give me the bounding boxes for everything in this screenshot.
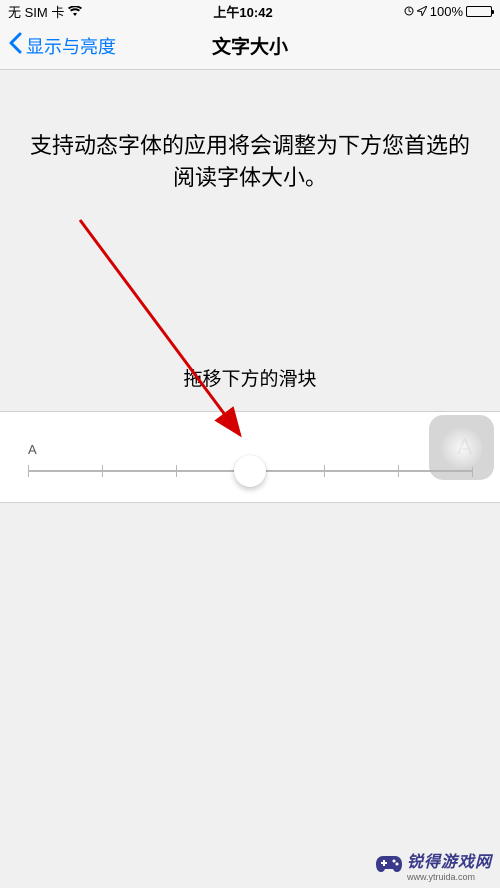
navigation-bar: 显示与亮度 文字大小 — [0, 22, 500, 70]
slider-tick — [102, 465, 103, 477]
watermark-name: 锐得游戏网 — [407, 848, 492, 872]
wifi-icon — [68, 4, 82, 19]
slider-tick — [28, 465, 29, 477]
slider-tick — [176, 465, 177, 477]
assistive-touch-icon — [440, 426, 484, 470]
watermark-url: www.ytruida.com — [407, 872, 492, 882]
description-text: 支持动态字体的应用将会调整为下方您首选的阅读字体大小。 — [0, 70, 500, 194]
back-label: 显示与亮度 — [26, 33, 116, 59]
status-bar: 无 SIM 卡 上午10:42 100% — [0, 0, 500, 22]
orientation-lock-icon — [404, 4, 414, 19]
back-button[interactable]: 显示与亮度 — [8, 32, 116, 59]
gamepad-icon — [375, 850, 403, 881]
page-title: 文字大小 — [212, 32, 288, 59]
slider-thumb[interactable] — [234, 455, 266, 487]
text-size-slider-section: A A — [0, 411, 500, 503]
text-size-slider[interactable] — [28, 470, 472, 472]
location-icon — [417, 4, 427, 19]
battery-percent: 100% — [430, 4, 463, 19]
content-area: 支持动态字体的应用将会调整为下方您首选的阅读字体大小。 拖移下方的滑块 A A — [0, 70, 500, 503]
instruction-text: 拖移下方的滑块 — [0, 364, 500, 411]
chevron-left-icon — [8, 32, 22, 59]
assistive-touch-button[interactable] — [429, 415, 494, 480]
slider-min-label: A — [28, 442, 37, 457]
status-time: 上午10:42 — [213, 2, 272, 21]
battery-icon — [466, 6, 492, 17]
sim-status: 无 SIM 卡 — [8, 2, 64, 21]
slider-tick — [398, 465, 399, 477]
slider-tick — [324, 465, 325, 477]
watermark: 锐得游戏网 www.ytruida.com — [375, 848, 492, 882]
